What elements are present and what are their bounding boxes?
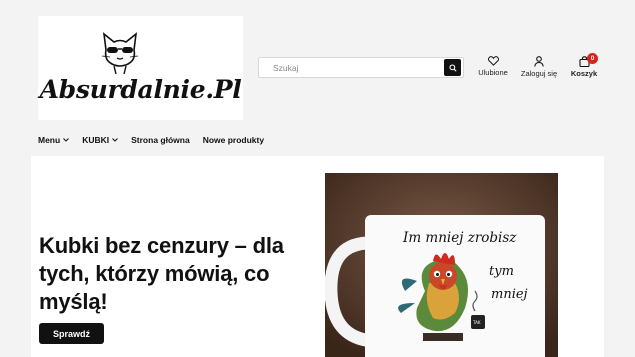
cart-link[interactable]: 0 Koszyk [569, 53, 599, 78]
hero-title: Kubki bez cenzury – dla tych, którzy mów… [39, 233, 284, 314]
user-icon [534, 56, 544, 67]
nav-item-label: Menu [38, 135, 61, 145]
cart-label: Koszyk [570, 69, 598, 78]
cat-logo-icon [101, 32, 139, 74]
nav-item-label: Nowe produkty [202, 135, 265, 145]
search-bar [258, 57, 464, 78]
heart-icon [487, 56, 499, 66]
mug-text-line-2: tym [489, 264, 514, 279]
svg-text:TAK: TAK [472, 320, 481, 325]
main-nav: Menu KUBKI Strona główna Nowe produkty [38, 135, 277, 145]
favorites-link[interactable]: Ulubione [478, 56, 508, 77]
login-link[interactable]: Zaloguj się [520, 56, 558, 78]
nav-item-home[interactable]: Strona główna [131, 135, 190, 145]
nav-item-menu[interactable]: Menu [38, 135, 70, 145]
mug-text-line-3: mniej [491, 287, 528, 302]
login-label: Zaloguj się [520, 69, 558, 78]
search-button[interactable] [444, 59, 461, 76]
nav-item-kubki[interactable]: KUBKI [82, 135, 118, 145]
hero-banner: Kubki bez cenzury – dla tych, którzy mów… [31, 156, 604, 357]
mug-image: TAK [325, 173, 558, 357]
nav-item-label: Strona główna [131, 135, 190, 145]
logo[interactable]: Absurdalnie.Pl [38, 16, 243, 120]
logo-text: Absurdalnie.Pl [39, 75, 242, 104]
nav-item-label: KUBKI [82, 135, 110, 145]
hero-cta-button[interactable]: Sprawdź [39, 323, 104, 344]
mug-text-line-1: Im mniej zrobisz [403, 230, 517, 246]
cart-count-badge: 0 [587, 53, 598, 64]
nav-item-new-products[interactable]: Nowe produkty [203, 135, 264, 145]
favorites-label: Ulubione [478, 68, 508, 77]
chevron-down-icon [63, 138, 70, 142]
search-icon [448, 63, 457, 72]
search-input[interactable] [259, 58, 444, 77]
chevron-down-icon [112, 138, 118, 142]
hero-product-image[interactable]: TAK Im mniej zrobisz tym mniej [325, 173, 558, 357]
